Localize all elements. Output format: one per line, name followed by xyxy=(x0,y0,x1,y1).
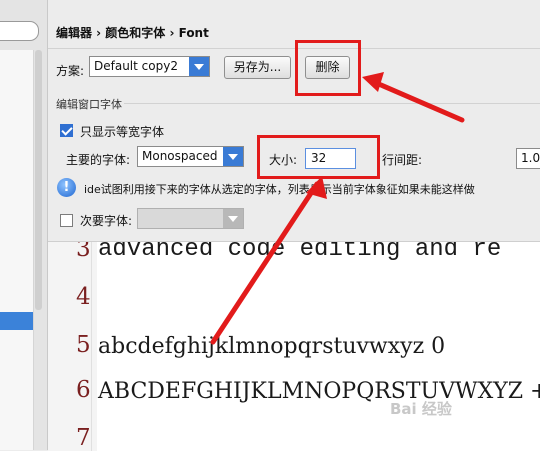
arrow-to-delete xyxy=(371,79,465,123)
arrowhead-delete xyxy=(362,72,384,92)
arrow-to-size xyxy=(210,181,320,345)
annotation-arrows xyxy=(210,72,465,345)
